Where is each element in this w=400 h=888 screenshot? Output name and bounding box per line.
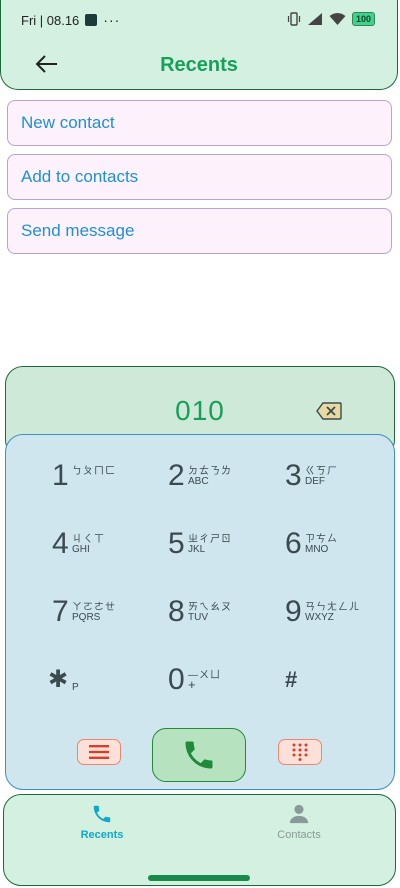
key-digit: 7 — [52, 595, 69, 628]
menu-button[interactable] — [77, 739, 121, 765]
key-digit: 1 — [52, 459, 69, 492]
dialpad-icon — [292, 743, 308, 761]
page-title: Recents — [160, 54, 238, 76]
key-letters: P — [72, 682, 79, 693]
phone-icon — [185, 741, 213, 769]
phone-icon — [93, 805, 111, 823]
key-letters: + — [188, 677, 196, 692]
person-icon — [289, 804, 309, 824]
key-1[interactable]: 1 ㄅㄆㄇㄈ — [52, 454, 132, 498]
vibrate-icon — [287, 12, 301, 26]
more-notifications-icon: ··· — [103, 12, 121, 28]
app-header: Fri | 08.16 ··· 100 Recents — [0, 0, 398, 90]
key-letters: GHI — [72, 544, 90, 555]
home-indicator[interactable] — [148, 875, 250, 881]
key-digit: 2 — [168, 459, 185, 492]
key-7[interactable]: 7 ㄚㄛㄜㄝ PQRS — [52, 590, 132, 634]
key-zhuyin: ㄉㄊㄋㄌ — [188, 466, 232, 477]
menu-icon — [89, 745, 109, 759]
battery-icon: 100 — [351, 12, 375, 26]
key-zhuyin: ㄞㄟㄠㄡ — [188, 602, 232, 613]
nav-contacts[interactable]: Contacts — [249, 803, 349, 841]
send-message-button[interactable]: Send message — [7, 208, 392, 254]
key-letters: MNO — [305, 544, 329, 555]
key-zhuyin: ㄐㄑㄒ — [72, 534, 105, 545]
nav-recents[interactable]: Recents — [52, 803, 152, 841]
key-letters: PQRS — [72, 612, 101, 623]
key-digit: 6 — [285, 527, 302, 560]
key-zhuyin: ㄚㄛㄜㄝ — [72, 602, 116, 613]
key-zhuyin: ㄍㄎㄏ — [305, 466, 338, 477]
status-bar-right: 100 — [287, 12, 375, 26]
new-contact-label: New contact — [21, 113, 115, 132]
key-digit: ✱ — [48, 666, 69, 693]
key-digit: 9 — [285, 595, 302, 628]
key-9[interactable]: 9 ㄢㄣㄤㄥㄦ WXYZ — [285, 590, 365, 634]
wifi-icon — [329, 13, 346, 25]
key-zhuyin: ㄓㄔㄕㄖ — [188, 534, 232, 545]
key-letters: ABC — [188, 476, 209, 487]
status-bar-left: Fri | 08.16 ··· — [21, 12, 120, 28]
key-letters: WXYZ — [305, 612, 334, 623]
send-message-label: Send message — [21, 221, 135, 240]
key-5[interactable]: 5 ㄓㄔㄕㄖ JKL — [168, 522, 248, 566]
key-star[interactable]: ✱ P — [48, 658, 128, 702]
add-to-contacts-label: Add to contacts — [21, 167, 139, 186]
key-3[interactable]: 3 ㄍㄎㄏ DEF — [285, 454, 365, 498]
key-6[interactable]: 6 ㄗㄘㄙ MNO — [285, 522, 365, 566]
key-digit: 0 — [168, 663, 185, 696]
notification-icon — [85, 14, 98, 26]
key-8[interactable]: 8 ㄞㄟㄠㄡ TUV — [168, 590, 248, 634]
key-4[interactable]: 4 ㄐㄑㄒ GHI — [52, 522, 132, 566]
nav-recents-label: Recents — [80, 829, 124, 841]
call-button[interactable] — [152, 728, 246, 782]
key-hash[interactable]: # — [285, 658, 365, 702]
key-zhuyin: ㄅㄆㄇㄈ — [72, 466, 116, 477]
key-digit: # — [285, 667, 298, 692]
add-to-contacts-button[interactable]: Add to contacts — [7, 154, 392, 200]
dialpad-toggle-button[interactable] — [278, 739, 322, 765]
key-digit: 5 — [168, 527, 185, 560]
backspace-icon[interactable] — [316, 402, 342, 420]
key-0[interactable]: 0 —ㄨㄩ + — [168, 658, 248, 702]
key-2[interactable]: 2 ㄉㄊㄋㄌ ABC — [168, 454, 248, 498]
key-letters: TUV — [188, 612, 208, 623]
key-letters: JKL — [188, 544, 206, 555]
key-digit: 4 — [52, 527, 69, 560]
status-time: Fri | 08.16 — [21, 12, 80, 28]
key-zhuyin: ㄗㄘㄙ — [305, 534, 338, 545]
key-letters: DEF — [305, 476, 325, 487]
nav-contacts-label: Contacts — [277, 829, 321, 841]
key-digit: 8 — [168, 595, 185, 628]
bottom-navigation: Recents Contacts — [3, 794, 396, 886]
signal-icon — [307, 13, 322, 25]
new-contact-button[interactable]: New contact — [7, 100, 392, 146]
key-zhuyin: ㄢㄣㄤㄥㄦ — [305, 602, 360, 613]
key-digit: 3 — [285, 459, 302, 492]
